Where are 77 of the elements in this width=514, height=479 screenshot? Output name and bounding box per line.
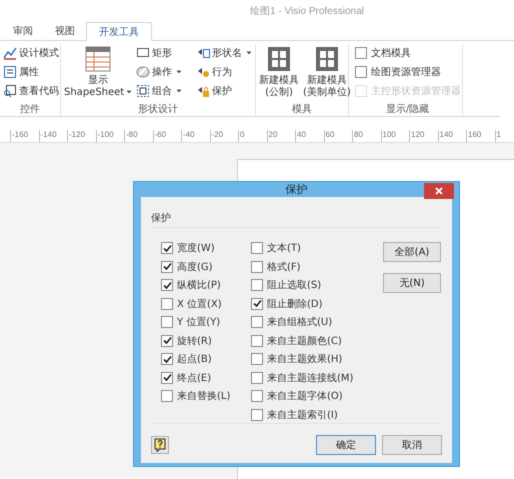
ruler-label: 40 bbox=[295, 130, 324, 142]
ribbon-button[interactable]: 行为 bbox=[195, 63, 253, 80]
checkbox[interactable]: 文本(T) bbox=[251, 240, 383, 256]
checkbox[interactable]: 宽度(W) bbox=[161, 240, 251, 256]
close-icon bbox=[435, 187, 443, 195]
ruler-label: 120 bbox=[409, 130, 438, 142]
ruler-label: 1 bbox=[494, 130, 514, 142]
ruler-label: -40 bbox=[181, 130, 210, 142]
checkbox[interactable]: 绘图资源管理器 bbox=[355, 63, 461, 80]
ribbon-tab[interactable]: 视图 bbox=[44, 22, 86, 40]
ruler-label: -140 bbox=[38, 130, 67, 142]
checkbox[interactable]: 来自主题索引(I) bbox=[251, 406, 383, 422]
ribbon-button[interactable]: 组合 bbox=[135, 82, 193, 99]
group-label: 模具 bbox=[291, 102, 313, 116]
ribbon-button[interactable]: 设计模式 bbox=[2, 44, 60, 61]
ruler-label: -160 bbox=[10, 130, 38, 142]
close-button[interactable] bbox=[424, 183, 454, 199]
ruler-label: 0 bbox=[238, 130, 266, 142]
ruler-label: -80 bbox=[124, 130, 152, 142]
checkbox[interactable]: 起点(B) bbox=[161, 351, 251, 367]
checkbox[interactable]: 来自主题字体(O) bbox=[251, 388, 383, 404]
ribbon-button[interactable]: 查看代码 bbox=[2, 82, 60, 99]
checkbox[interactable]: 纵横比(P) bbox=[161, 277, 251, 293]
ribbon-button[interactable]: 操作 bbox=[135, 63, 193, 80]
dialog-button[interactable]: 确定 bbox=[316, 434, 376, 454]
window-title: 绘图1 - Visio Professional bbox=[250, 5, 364, 18]
group-label: 显示/隐藏 bbox=[384, 102, 430, 116]
checkbox[interactable]: 来自主题连接线(M) bbox=[251, 370, 383, 386]
ribbon-button[interactable]: 新建模具 (公制) bbox=[258, 44, 300, 99]
group-label: 控件 bbox=[19, 103, 41, 116]
group-icon bbox=[136, 84, 150, 98]
checkbox[interactable]: 文档模具 bbox=[355, 44, 461, 61]
ribbon-tab[interactable]: 审阅 bbox=[2, 22, 44, 40]
ruler-label: -20 bbox=[210, 130, 238, 142]
checkbox[interactable]: 来自替换(L) bbox=[161, 388, 251, 404]
ribbon-button[interactable]: 新建模具 (美制单位) bbox=[302, 44, 352, 99]
checkbox[interactable]: X 位置(X) bbox=[161, 296, 251, 312]
ruler-label: 160 bbox=[466, 130, 494, 142]
rectangle-icon bbox=[136, 46, 150, 60]
checkbox[interactable]: Y 位置(Y) bbox=[161, 314, 251, 330]
checkbox[interactable]: 来自组格式(U) bbox=[251, 314, 383, 330]
ruler-label: 100 bbox=[380, 130, 409, 142]
checkbox[interactable]: 终点(E) bbox=[161, 370, 251, 386]
dialog-button[interactable]: 全部(A) bbox=[383, 242, 441, 262]
checkbox[interactable]: 来自主题颜色(C) bbox=[251, 332, 383, 348]
checkbox[interactable]: 高度(G) bbox=[161, 258, 251, 274]
ruler-label: -120 bbox=[67, 130, 96, 142]
dialog-button[interactable]: 无(N) bbox=[383, 273, 441, 293]
group-label: 形状设计 bbox=[137, 102, 179, 116]
ruler-label: 140 bbox=[438, 130, 466, 142]
grid-icon bbox=[266, 46, 292, 72]
magnifier-icon bbox=[3, 84, 17, 98]
ribbon-button[interactable]: 形状名 bbox=[195, 44, 253, 61]
ruler-label: 20 bbox=[266, 130, 295, 142]
checkbox[interactable]: 阻止删除(D) bbox=[251, 296, 383, 312]
checkbox[interactable]: 阻止选取(S) bbox=[251, 277, 383, 293]
ruler-label: -100 bbox=[96, 130, 124, 142]
properties-icon bbox=[3, 64, 17, 78]
table-icon bbox=[84, 46, 112, 72]
group-title: 保护 bbox=[151, 212, 171, 225]
checkbox[interactable]: 来自主题效果(H) bbox=[251, 351, 383, 367]
help-icon bbox=[154, 438, 166, 452]
dialog-title: 保护 bbox=[286, 182, 308, 197]
ribbon-button[interactable]: 矩形 bbox=[135, 44, 193, 61]
ribbon-tab[interactable]: 开发工具 bbox=[86, 22, 152, 41]
checkbox[interactable]: 旋转(R) bbox=[161, 332, 251, 348]
shape-icon bbox=[136, 64, 150, 78]
ruler-label: 80 bbox=[352, 130, 380, 142]
ruler-label: 60 bbox=[324, 130, 352, 142]
ribbon-button[interactable]: 显示 ShapeSheet bbox=[63, 44, 134, 99]
grid-icon bbox=[314, 46, 340, 72]
dialog-button[interactable]: 取消 bbox=[382, 434, 442, 454]
checkbox[interactable]: 格式(F) bbox=[251, 258, 383, 274]
help-button[interactable] bbox=[151, 436, 169, 454]
ribbon-button[interactable]: 保护 bbox=[195, 82, 253, 99]
ribbon-button[interactable]: 属性 bbox=[2, 63, 60, 80]
ruler-label: -60 bbox=[152, 130, 181, 142]
